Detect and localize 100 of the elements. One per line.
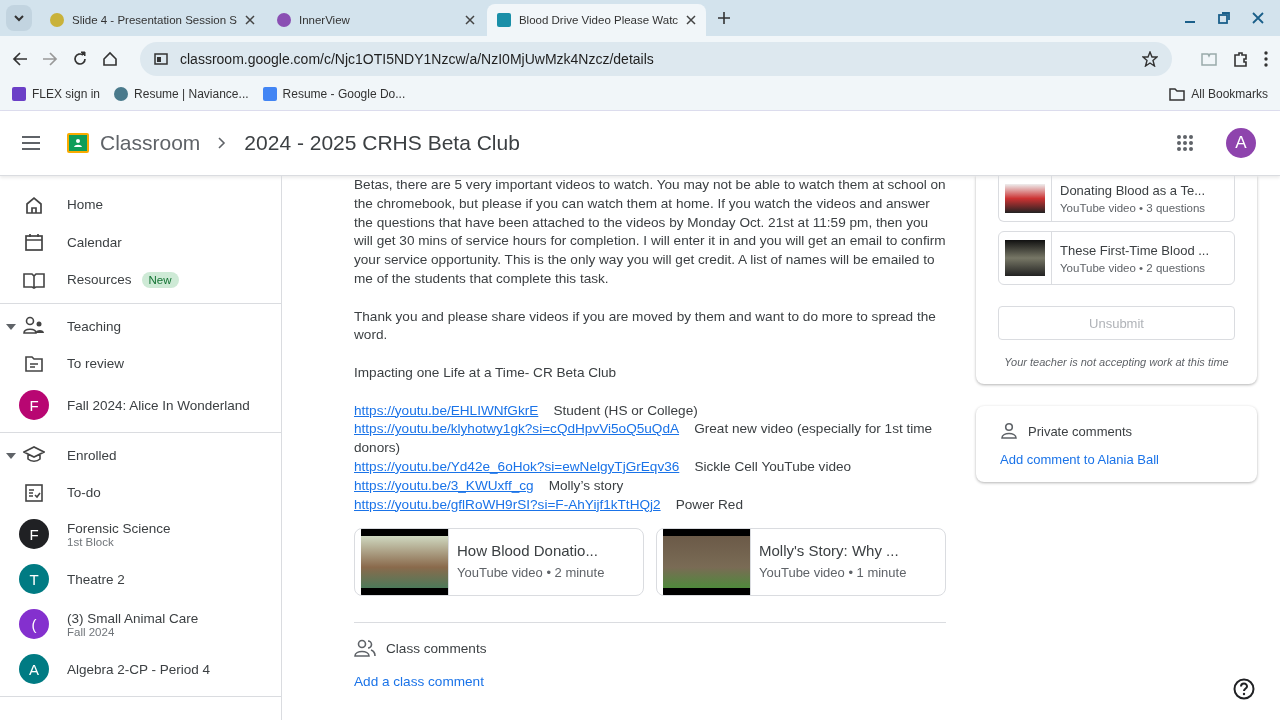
class-item[interactable]: ( (3) Small Animal Care Fall 2024 xyxy=(0,601,281,647)
folder-list-icon xyxy=(24,354,44,373)
site-info-icon[interactable] xyxy=(154,52,168,66)
chevron-icon xyxy=(218,137,227,149)
class-name: Theatre 2 xyxy=(67,571,125,587)
sidebar-label: Teaching xyxy=(67,318,122,334)
sidebar-item[interactable]: Resources New xyxy=(0,261,281,299)
help-icon[interactable] xyxy=(1233,678,1255,700)
address-bar[interactable]: classroom.google.com/c/Njc1OTI5NDY1Nzcw/a/NzI0MjUwMzk4Nzcz/details xyxy=(140,42,1172,76)
video-attachment[interactable]: These First-Time Blood ... YouTube video • 2 questions xyxy=(998,231,1235,285)
attachment-title: These First-Time Blood ... xyxy=(1060,242,1210,258)
class-item[interactable]: A Algebra 2-CP - Period 4 xyxy=(0,646,281,692)
video-link[interactable]: https://youtu.be/gflRoWH9rSI?si=F-AhYijf1kTtHQj2 xyxy=(354,496,661,512)
bookmark-label: All Bookmarks xyxy=(1191,87,1268,101)
sidebar-item[interactable]: Calendar xyxy=(0,223,281,261)
browser-tab[interactable]: Blood Drive Video Please Watc xyxy=(486,4,707,36)
add-comment-link[interactable]: Add comment to Alania Ball xyxy=(1000,452,1159,467)
reload-icon[interactable] xyxy=(72,51,88,67)
class-name: Fall 2024: Alice In Wonderland xyxy=(67,397,250,413)
sidebar-section[interactable]: Teaching xyxy=(0,307,281,345)
close-icon[interactable] xyxy=(1252,12,1264,24)
new-badge: New xyxy=(141,271,179,288)
class-name: Forensic Science xyxy=(67,520,171,536)
class-item[interactable]: F Fall 2024: Alice In Wonderland xyxy=(0,382,281,428)
puzzle-icon[interactable] xyxy=(1232,50,1250,68)
post-paragraph: Impacting one Life at a Time- CR Beta Club xyxy=(354,363,618,382)
attachment-meta: YouTube video • 2 minute xyxy=(457,564,605,583)
sidebar-label: To-do xyxy=(67,485,101,501)
link-line: https://youtu.be/gflRoWH9rSI?si=F-AhYijf1kTtHQj2 Power Red xyxy=(354,495,744,514)
browser-tab[interactable]: Slide 4 - Presentation Session S xyxy=(40,4,265,36)
forward-icon[interactable] xyxy=(42,51,58,67)
bookmark[interactable]: FLEX sign in xyxy=(12,87,101,101)
caret-icon xyxy=(6,452,16,459)
home-icon xyxy=(24,194,44,215)
sidebar-label: Home xyxy=(67,197,103,213)
post-paragraph: Betas, there are 5 very important videos to watch. You may not be able to watch them at school on the chromebook, but please if you can watch them at home. If you watch the videos and answer the questions that have been attached to the videos by Monday Oct. 21st at 11:59 pm, then you will get 30 mins of service hours for completion. I will enter it in and you will get an email to confirm your service opportunity. This is the only way you will get credit. A list of names will be emailed to me of the students that complete this task. xyxy=(354,176,946,288)
back-icon[interactable] xyxy=(12,51,28,67)
class-avatar: A xyxy=(19,654,49,684)
all-bookmarks[interactable]: All Bookmarks xyxy=(1169,87,1268,101)
sidebar-item[interactable]: To review xyxy=(0,345,281,383)
tab-title: InnerView xyxy=(298,14,351,26)
sidebar-item[interactable]: To-do xyxy=(0,474,281,512)
checklist-icon xyxy=(24,482,44,503)
people-icon xyxy=(354,639,376,660)
close-icon[interactable] xyxy=(464,15,475,25)
class-subtitle: 1st Block xyxy=(67,535,115,548)
link-line: https://youtu.be/klyhotwy1gk?si=cQdHpvVi5oQ5uQdA Great new video (especially for 1st time donors) xyxy=(354,420,934,458)
browser-tab[interactable]: InnerView xyxy=(266,4,485,36)
class-item[interactable]: F Forensic Science 1st Block xyxy=(0,511,281,557)
class-avatar: F xyxy=(19,390,49,420)
favicon-icon xyxy=(496,13,511,27)
video-attachment[interactable]: Donating Blood as a Te... YouTube video • 3 questions xyxy=(998,176,1235,222)
status-note: Your teacher is not accepting work at this time xyxy=(1003,355,1230,370)
folder-icon xyxy=(1169,87,1186,101)
video-attachment[interactable]: How Blood Donatio... YouTube video • 2 minute xyxy=(354,528,644,597)
classroom-logo-icon xyxy=(66,131,90,155)
video-link[interactable]: https://youtu.be/klyhotwy1gk?si=cQdHpvVi5oQ5uQdA xyxy=(354,421,680,437)
sidebar-item[interactable]: Home xyxy=(0,186,281,224)
add-comment-link[interactable]: Add a class comment xyxy=(354,673,484,693)
restore-icon[interactable] xyxy=(1218,12,1230,24)
app-title[interactable]: Classroom xyxy=(100,131,201,155)
new-tab-icon[interactable] xyxy=(718,12,731,24)
class-avatar: F xyxy=(19,519,49,549)
video-link[interactable]: https://youtu.be/3_KWUxff_cg xyxy=(354,477,534,493)
class-item[interactable]: T Theatre 2 xyxy=(0,556,281,602)
video-attachment[interactable]: Molly's Story: Why ... YouTube video • 1 minute xyxy=(656,528,946,597)
attachment-meta: YouTube video • 1 minute xyxy=(759,564,907,583)
section-heading: Class comments xyxy=(386,639,487,658)
class-name: (3) Small Animal Care xyxy=(67,610,199,626)
class-avatar: T xyxy=(19,564,49,594)
caret-icon xyxy=(13,12,25,24)
apps-grid-icon[interactable] xyxy=(1176,134,1194,152)
bookmark-icon xyxy=(12,87,26,101)
attachment-title: Molly's Story: Why ... xyxy=(759,541,900,561)
sidebar-section[interactable]: Enrolled xyxy=(0,436,281,474)
sidebar-label: Calendar xyxy=(67,234,122,250)
class-subtitle: Fall 2024 xyxy=(67,625,116,638)
sidebar-label: To review xyxy=(67,356,125,372)
menu-icon[interactable] xyxy=(22,136,40,150)
close-icon[interactable] xyxy=(244,15,255,25)
account-avatar[interactable]: A xyxy=(1226,128,1256,158)
link-line: https://youtu.be/Yd42e_6oHok?si=ewNelgyTjGrEqv36 Sickle Cell YouTube video xyxy=(354,457,853,476)
home-icon[interactable] xyxy=(102,51,118,67)
close-icon[interactable] xyxy=(686,15,697,25)
tab-title: Slide 4 - Presentation Session S xyxy=(72,14,237,26)
class-title[interactable]: 2024 - 2025 CRHS Beta Club xyxy=(244,131,520,155)
calendar-icon xyxy=(24,232,44,253)
tab-search-button[interactable] xyxy=(6,5,32,31)
video-link[interactable]: https://youtu.be/Yd42e_6oHok?si=ewNelgyTjGrEqv36 xyxy=(354,458,680,474)
favicon-icon xyxy=(276,13,291,27)
favicon-icon xyxy=(50,13,64,27)
link-line: https://youtu.be/3_KWUxff_cg Molly’s story xyxy=(354,476,625,495)
people-icon xyxy=(23,316,45,337)
menu-icon[interactable] xyxy=(1264,51,1268,67)
class-name: Algebra 2-CP - Period 4 xyxy=(67,661,211,677)
sidebar-label: Enrolled xyxy=(67,447,117,463)
video-link[interactable]: https://youtu.be/EHLIWNfGkrE xyxy=(354,402,539,418)
person-icon xyxy=(1000,422,1018,440)
bookmark-star-icon[interactable] xyxy=(1142,51,1158,67)
class-avatar: ( xyxy=(19,609,49,639)
